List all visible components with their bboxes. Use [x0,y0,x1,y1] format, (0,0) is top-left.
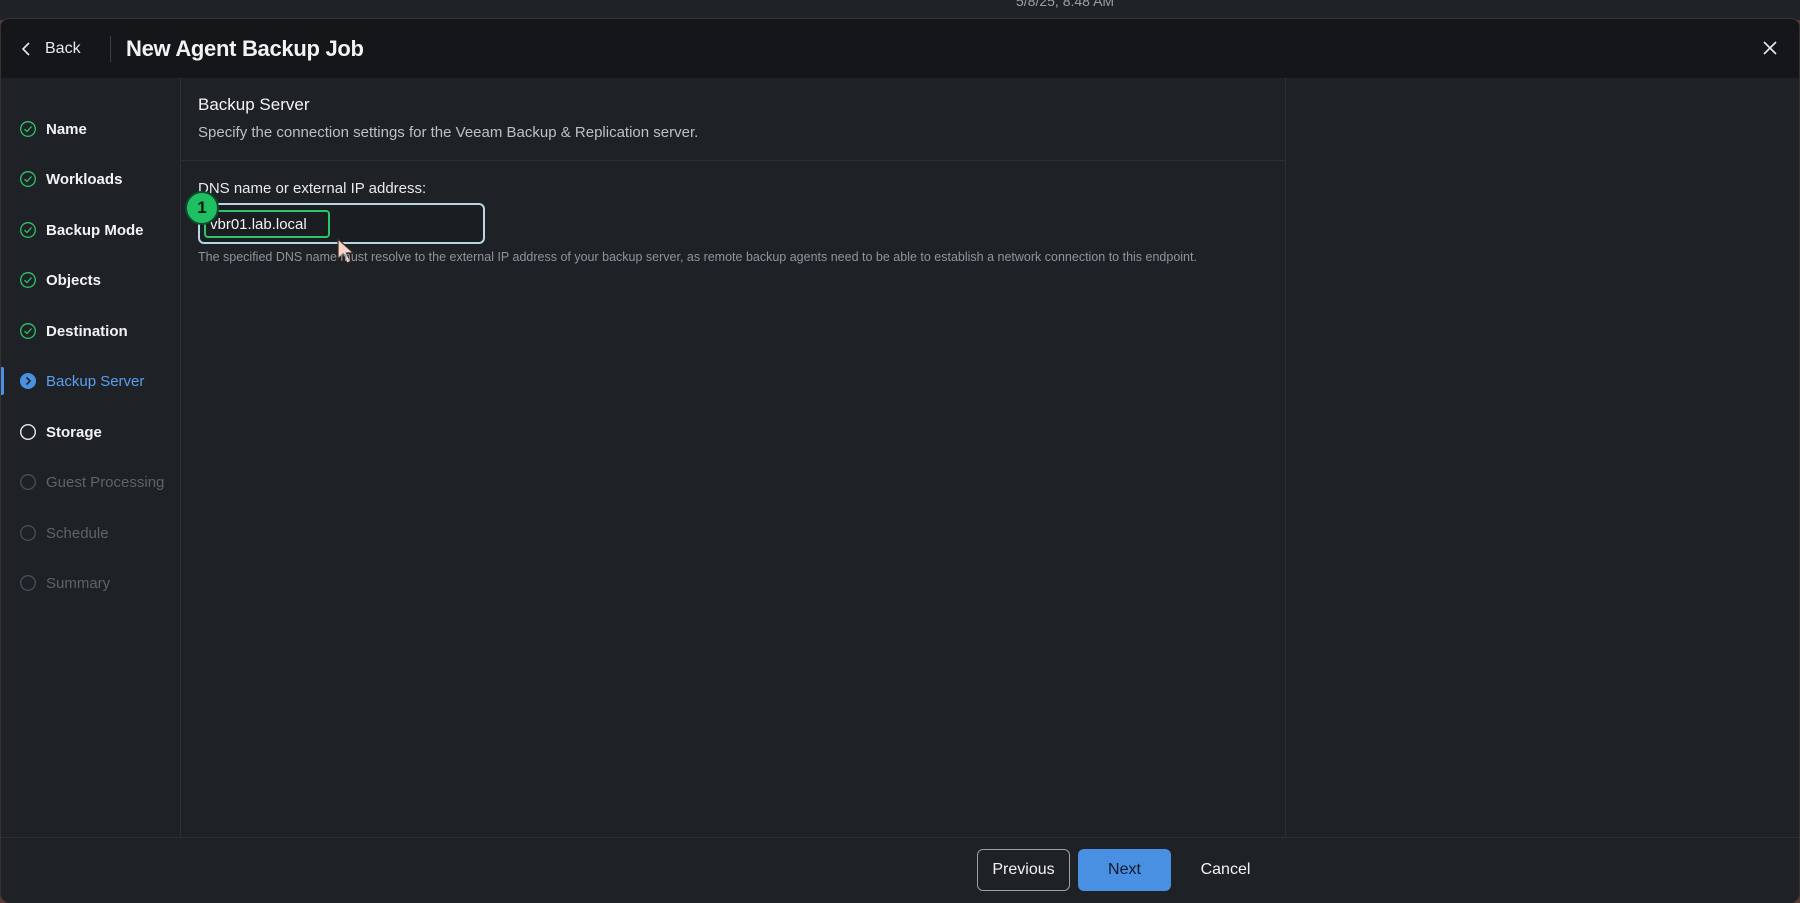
step-destination[interactable]: Destination [1,313,181,349]
top-strip: 5/8/25, 8:48 AM [0,0,1800,20]
chevron-right-circle-icon [20,373,36,389]
cancel-button[interactable]: Cancel [1181,849,1270,891]
wizard-content: Backup Server Specify the connection set… [182,78,1285,838]
dns-field-label: DNS name or external IP address: [198,180,427,197]
section-header: Backup Server Specify the connection set… [182,78,1285,161]
section-title: Backup Server [198,95,310,114]
step-label: Storage [46,423,102,441]
next-button[interactable]: Next [1078,849,1171,891]
step-workloads[interactable]: Workloads [1,161,181,197]
check-circle-icon [20,171,36,187]
header-divider [110,36,111,62]
right-info-panel [1285,78,1799,838]
back-button[interactable]: Back [21,19,81,78]
step-label: Backup Server [46,372,145,390]
step-storage[interactable]: Storage [1,414,181,450]
new-agent-backup-job-dialog: Back New Agent Backup Job Name Workloads… [1,19,1799,903]
dialog-title: New Agent Backup Job [126,36,364,61]
section-description: Specify the connection settings for the … [198,124,699,141]
wizard-footer: Previous Next Cancel [1,837,1799,903]
clock-text: 5/8/25, 8:48 AM [1016,0,1115,9]
dialog-header: Back New Agent Backup Job [1,19,1799,78]
check-circle-icon [20,323,36,339]
step-label: Summary [46,574,111,592]
step-schedule: Schedule [1,515,181,551]
dns-help-text: The specified DNS name must resolve to t… [198,250,1197,264]
step-label: Name [46,120,87,138]
step-label: Backup Mode [46,221,144,239]
wizard-steps-sidebar: Name Workloads Backup Mode Objects Desti… [1,78,181,838]
step-label: Schedule [46,524,109,542]
step-label: Workloads [46,170,123,188]
step-backup-server[interactable]: Backup Server [1,363,181,399]
dns-name-input[interactable] [210,212,470,236]
empty-circle-icon [20,474,36,490]
step-label: Destination [46,322,128,340]
chevron-left-icon [21,41,30,56]
empty-circle-icon [20,525,36,541]
step-label: Objects [46,271,102,289]
empty-circle-icon [20,575,36,591]
step-backup-mode[interactable]: Backup Mode [1,212,181,248]
check-circle-icon [20,121,36,137]
check-circle-icon [20,222,36,238]
previous-button[interactable]: Previous [977,849,1070,891]
step-objects[interactable]: Objects [1,262,181,298]
check-circle-icon [20,272,36,288]
annotation-badge: 1 [185,191,219,225]
empty-circle-icon [19,423,37,441]
step-label: Guest Processing [46,473,165,491]
active-step-indicator [1,367,4,395]
back-button-label: Back [45,39,81,57]
step-name[interactable]: Name [1,111,181,147]
step-summary: Summary [1,565,181,601]
step-guest-processing: Guest Processing [1,464,181,500]
close-icon[interactable] [1759,37,1781,59]
